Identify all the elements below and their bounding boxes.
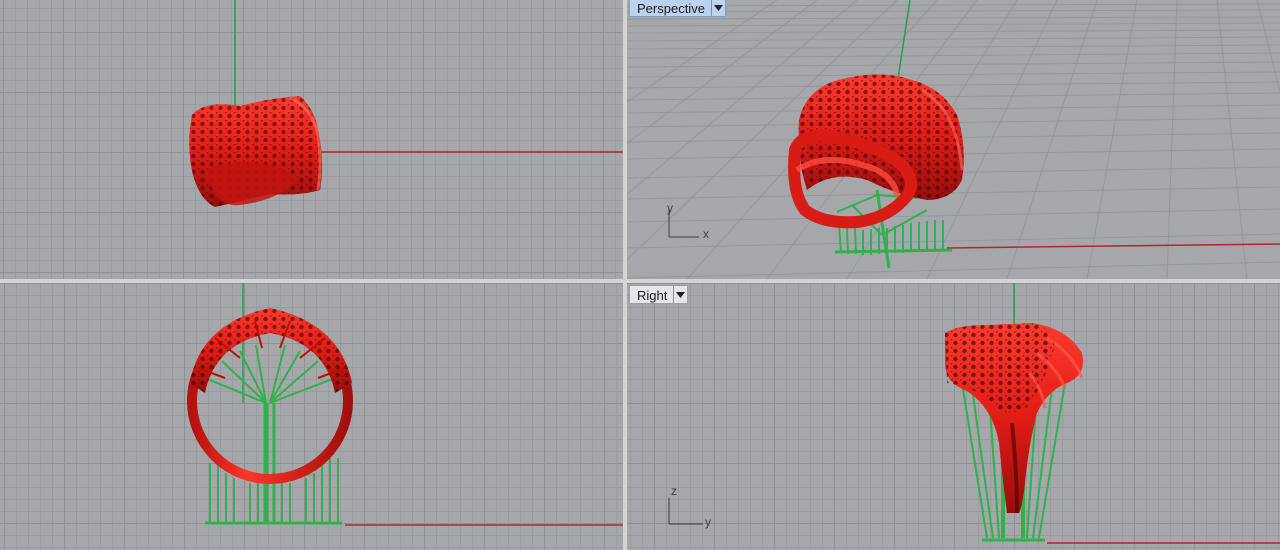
front-viewport-scene [187,283,623,526]
support-structure [204,344,342,525]
right-viewport-scene [945,283,1280,544]
chevron-down-icon[interactable] [673,286,687,303]
viewport-title-text: Perspective [637,1,705,16]
chevron-down-icon[interactable] [710,0,725,16]
top-viewport-scene [189,0,623,207]
viewport-title-perspective[interactable]: Perspective [629,0,726,17]
axis-label-y: y [705,515,711,529]
perspective-viewport-scene [627,0,1280,279]
perspective-viewport[interactable]: Perspective y x [627,0,1280,279]
ring-model[interactable] [187,308,353,484]
top-viewport[interactable] [0,0,623,279]
viewport-title-right[interactable]: Right [629,285,689,304]
ring-model[interactable] [945,323,1084,514]
front-viewport[interactable] [0,283,623,550]
axis-indicator: z y [665,484,715,529]
viewport-title-text: Right [637,288,668,303]
axis-label-z: z [671,484,677,498]
axis-label-y: y [667,201,673,215]
viewport-layout: Perspective y x Right z y [0,0,1280,550]
axis-indicator: y x [665,201,715,245]
right-viewport[interactable]: Right z y [627,283,1280,550]
ring-model[interactable] [189,96,323,207]
axis-label-x: x [703,227,709,241]
